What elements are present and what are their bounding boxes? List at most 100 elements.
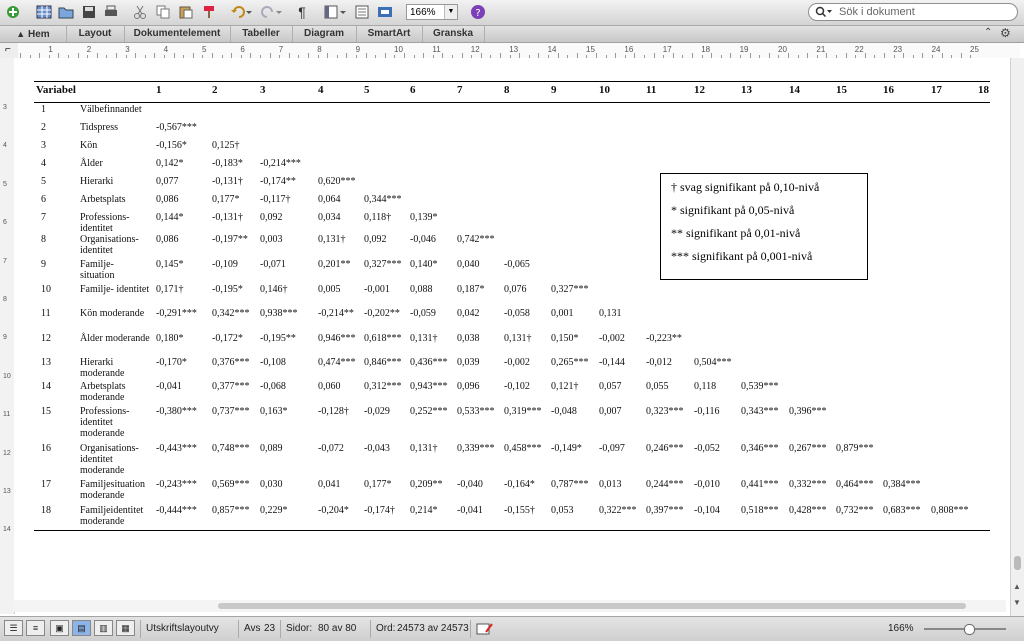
table-cell: 0,064 bbox=[318, 194, 341, 205]
table-cell: -0,214** bbox=[318, 308, 354, 319]
pilcrow-icon[interactable]: ¶ bbox=[292, 3, 312, 21]
table-cell: -0,443*** bbox=[156, 443, 197, 454]
row-label: Familje- identitet bbox=[80, 284, 150, 295]
copy-icon[interactable] bbox=[153, 3, 173, 21]
collapse-ribbon-icon[interactable]: ⌃ bbox=[984, 27, 992, 38]
tab-smartart[interactable]: SmartArt bbox=[356, 26, 423, 42]
table-cell: 0,209** bbox=[410, 479, 443, 490]
vertical-scroll-thumb[interactable] bbox=[1014, 556, 1021, 570]
notebook-view-icon[interactable]: ▥ bbox=[94, 620, 113, 636]
status-zoom-value: 166% bbox=[888, 623, 914, 634]
table-cell: -0,040 bbox=[457, 479, 483, 490]
sidebar-icon[interactable] bbox=[322, 3, 348, 21]
row-label: Hierarki moderande bbox=[80, 357, 125, 379]
print-icon[interactable] bbox=[101, 3, 121, 21]
tab-stop-icon: ⌐ bbox=[5, 44, 11, 55]
spelling-status-icon[interactable] bbox=[476, 622, 494, 639]
tab-stop-selector[interactable]: ⌐ bbox=[0, 43, 18, 59]
ruler-tick-label: 8 bbox=[317, 45, 322, 54]
ruler-tick-label: 14 bbox=[547, 45, 557, 54]
table-cell: 0,140* bbox=[410, 259, 438, 270]
print-layout-view-icon[interactable]: ▤ bbox=[72, 620, 91, 636]
horizontal-scroll-thumb[interactable] bbox=[218, 603, 966, 609]
outline-view-icon[interactable]: ≡ bbox=[26, 620, 45, 636]
vertical-ruler[interactable]: 3 4 5 6 7 8 9 10 11 12 13 14 bbox=[0, 58, 15, 614]
table-cell: 0,857*** bbox=[212, 505, 250, 516]
table-cell: 0,163* bbox=[260, 406, 288, 417]
zoom-slider[interactable] bbox=[920, 624, 1010, 635]
row-label: Arbetsplats moderande bbox=[80, 381, 126, 403]
table-cell: 0,131† bbox=[410, 443, 438, 454]
save-icon[interactable] bbox=[79, 3, 99, 21]
table-cell: 0,005 bbox=[318, 284, 341, 295]
scroll-up-icon[interactable]: ▲ bbox=[1013, 582, 1021, 591]
search-field[interactable]: Sök i dokument bbox=[808, 3, 1018, 21]
table-cell: -0,117† bbox=[260, 194, 291, 205]
table-cell: 0,145* bbox=[156, 259, 184, 270]
table-cell: -0,109 bbox=[212, 259, 238, 270]
horizontal-ruler[interactable]: 1 2 3 4 5 6 7 8 9 10 11 12 13 14 15 16 17 18 19 20 21 22 23 24 2… bbox=[18, 43, 1020, 59]
table-cell: 0,244*** bbox=[646, 479, 684, 490]
table-cell: 0,384*** bbox=[883, 479, 921, 490]
table-cell: 0,938*** bbox=[260, 308, 298, 319]
scroll-down-icon[interactable]: ▼ bbox=[1013, 598, 1021, 607]
table-cell: -0,170* bbox=[156, 357, 187, 368]
row-number: 14 bbox=[41, 381, 51, 392]
table-cell: 0,464*** bbox=[836, 479, 874, 490]
words-label: Ord: bbox=[376, 623, 396, 634]
ruler-tick-label: 10 bbox=[394, 45, 403, 54]
row-number: 13 bbox=[41, 357, 51, 368]
focus-view-icon[interactable]: ▦ bbox=[116, 620, 135, 636]
tab-tabeller[interactable]: Tabeller bbox=[230, 26, 293, 42]
zoom-slider-thumb[interactable] bbox=[964, 624, 975, 635]
gear-icon[interactable]: ⚙ bbox=[1000, 26, 1011, 40]
vertical-scrollbar[interactable]: ▲ ▼ bbox=[1010, 58, 1024, 616]
table-col-header: 9 bbox=[551, 84, 557, 96]
row-number: 6 bbox=[41, 194, 46, 205]
undo-icon[interactable] bbox=[228, 3, 254, 21]
table-cell: -0,102 bbox=[504, 381, 530, 392]
table-cell: 0,533*** bbox=[457, 406, 495, 417]
tab-diagram[interactable]: Diagram bbox=[292, 26, 357, 42]
paste-icon[interactable] bbox=[176, 3, 196, 21]
toolbox-icon[interactable] bbox=[352, 3, 372, 21]
ruler-tick-label: 12 bbox=[470, 45, 480, 54]
table-cell: 0,121† bbox=[551, 381, 579, 392]
tab-hem[interactable]: ▲ Hem bbox=[0, 26, 67, 42]
open-folder-icon[interactable] bbox=[56, 3, 76, 21]
table-cell: 0,144* bbox=[156, 212, 184, 223]
ruler-tick-label: 4 bbox=[163, 45, 169, 54]
gallery-icon[interactable] bbox=[34, 3, 54, 21]
row-label: Hierarki bbox=[80, 176, 114, 187]
table-cell: 0,787*** bbox=[551, 479, 589, 490]
draft-view-icon[interactable]: ☰ bbox=[4, 620, 23, 636]
section-label: Avs bbox=[244, 623, 261, 634]
publishing-view-icon[interactable]: ▣ bbox=[50, 620, 69, 636]
row-number: 18 bbox=[41, 505, 51, 516]
format-painter-icon[interactable] bbox=[199, 3, 219, 21]
ruler-tick-label: 11 bbox=[432, 45, 441, 54]
cut-icon[interactable] bbox=[130, 3, 150, 21]
row-label: Familjeidentitet moderande bbox=[80, 505, 144, 527]
new-document-icon[interactable] bbox=[3, 3, 23, 21]
help-icon[interactable]: ? bbox=[468, 3, 488, 21]
ruler-tick-label: 23 bbox=[893, 45, 903, 54]
redo-icon[interactable] bbox=[258, 3, 284, 21]
table-cell: 0,808*** bbox=[931, 505, 969, 516]
zoom-select[interactable]: 166% ▼ bbox=[406, 4, 458, 20]
row-label: Ålder moderande bbox=[80, 333, 150, 344]
table-cell: 0,150* bbox=[551, 333, 579, 344]
tab-granska[interactable]: Granska bbox=[422, 26, 485, 42]
row-label: Ålder bbox=[80, 158, 103, 169]
table-cell: 0,187* bbox=[457, 284, 485, 295]
words-value[interactable]: 24573 av 24573 bbox=[397, 623, 469, 635]
table-cell: 0,458*** bbox=[504, 443, 542, 454]
legend-item: * signifikant på 0,05-nivå bbox=[671, 203, 795, 217]
document-page[interactable]: Variabel 1 2 3 4 5 6 7 8 9 10 11 12 13 14 15 16 17 18 1 Välb… bbox=[14, 58, 1010, 600]
row-number: 2 bbox=[41, 122, 46, 133]
table-cell: 0,131† bbox=[410, 333, 438, 344]
media-browser-icon[interactable] bbox=[375, 3, 395, 21]
table-cell: -0,243*** bbox=[156, 479, 197, 490]
tab-layout[interactable]: Layout bbox=[66, 26, 125, 42]
tab-dokumentelement[interactable]: Dokumentelement bbox=[124, 26, 231, 42]
